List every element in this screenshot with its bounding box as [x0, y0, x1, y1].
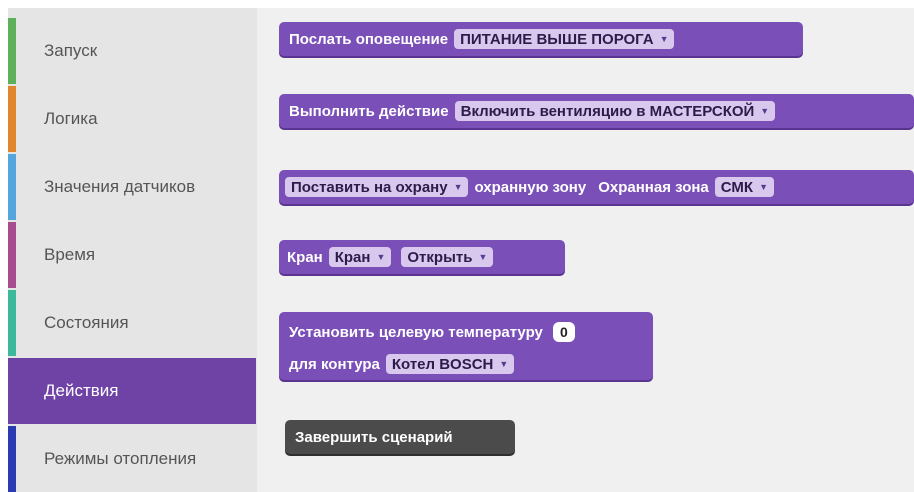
blocks-flyout: Послать оповещение ПИТАНИЕ ВЫШЕ ПОРОГА ▼…	[257, 8, 914, 492]
temperature-input[interactable]: 0	[552, 322, 575, 342]
category-actions[interactable]: Действия	[8, 358, 256, 424]
chevron-down-icon: ▼	[659, 34, 669, 44]
valve-block[interactable]: Кран Кран ▼ Открыть ▼	[279, 240, 565, 274]
chevron-down-icon: ▼	[499, 359, 509, 369]
block-label: Установить целевую температуру	[289, 323, 543, 341]
dropdown-value: Включить вентиляцию в МАСТЕРСКОЙ	[460, 102, 755, 120]
dropdown-value: ПИТАНИЕ ВЫШЕ ПОРОГА	[460, 30, 654, 48]
block-text: охранную зону	[474, 178, 587, 196]
block-label: Завершить сценарий	[295, 428, 453, 446]
dropdown-value: СМК	[720, 178, 754, 196]
chevron-down-icon: ▼	[376, 252, 386, 262]
dropdown-value: Поставить на охрану	[291, 178, 448, 196]
perform-action-block[interactable]: Выполнить действие Включить вентиляцию в…	[279, 94, 914, 128]
finish-scenario-block[interactable]: Завершить сценарий	[285, 420, 515, 454]
category-states[interactable]: Состояния	[8, 290, 257, 356]
notification-dropdown[interactable]: ПИТАНИЕ ВЫШЕ ПОРОГА ▼	[454, 29, 675, 49]
category-label: Состояния	[44, 313, 129, 332]
dropdown-value: Котел BOSCH	[391, 355, 494, 373]
action-dropdown[interactable]: Включить вентиляцию в МАСТЕРСКОЙ ▼	[454, 101, 776, 121]
category-label: Запуск	[44, 41, 98, 60]
chevron-down-icon: ▼	[478, 252, 488, 262]
category-label: Значения датчиков	[44, 177, 196, 196]
dropdown-value: Открыть	[407, 248, 473, 266]
circuit-dropdown[interactable]: Котел BOSCH ▼	[385, 354, 515, 374]
blockly-editor: Запуск Логика Значения датчиков Время Со…	[8, 8, 914, 492]
circuit-label: для контура	[289, 355, 380, 373]
valve-state-dropdown[interactable]: Открыть ▼	[401, 247, 494, 267]
block-label: Кран	[287, 248, 323, 266]
category-label: Действия	[44, 381, 119, 400]
chevron-down-icon: ▼	[453, 182, 463, 192]
category-label: Режимы отопления	[44, 449, 197, 468]
category-sensor-values[interactable]: Значения датчиков	[8, 154, 257, 220]
dropdown-value: Кран	[334, 248, 371, 266]
category-label: Логика	[44, 109, 98, 128]
category-launch[interactable]: Запуск	[8, 18, 257, 84]
category-time[interactable]: Время	[8, 222, 257, 288]
zone-label: Охранная зона	[598, 178, 709, 196]
category-heating-modes[interactable]: Режимы отопления	[8, 426, 257, 492]
block-label: Послать оповещение	[289, 30, 449, 48]
toolbox-sidebar: Запуск Логика Значения датчиков Время Со…	[8, 8, 257, 492]
set-temperature-block[interactable]: Установить целевую температуру 0 для кон…	[279, 312, 653, 380]
send-notification-block[interactable]: Послать оповещение ПИТАНИЕ ВЫШЕ ПОРОГА ▼	[279, 22, 803, 56]
valve-dropdown[interactable]: Кран ▼	[328, 247, 392, 267]
security-mode-dropdown[interactable]: Поставить на охрану ▼	[285, 177, 469, 197]
zone-dropdown[interactable]: СМК ▼	[714, 177, 774, 197]
block-label: Выполнить действие	[289, 102, 449, 120]
chevron-down-icon: ▼	[760, 106, 770, 116]
chevron-down-icon: ▼	[759, 182, 768, 192]
category-logic[interactable]: Логика	[8, 86, 257, 152]
security-zone-block[interactable]: Поставить на охрану ▼ охранную зону Охра…	[279, 170, 914, 204]
category-label: Время	[44, 245, 96, 264]
